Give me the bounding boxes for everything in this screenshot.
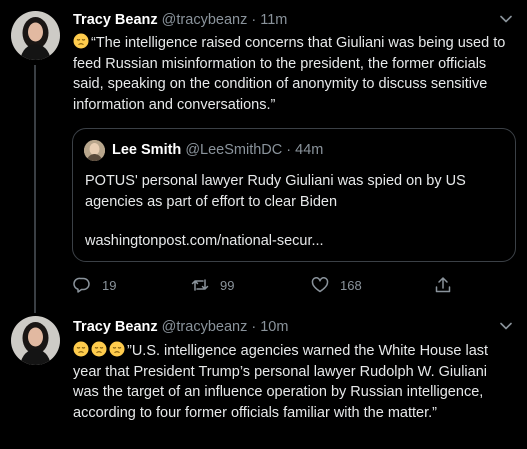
reply-button[interactable]: 19: [73, 274, 116, 296]
quote-author-name: Lee Smith: [112, 142, 182, 158]
avatar[interactable]: [11, 316, 60, 365]
retweet-button[interactable]: 99: [191, 274, 234, 296]
tweet-text-content: ”U.S. intelligence agencies warned the W…: [73, 343, 489, 421]
tweet[interactable]: Tracy Beanz @tracybeanz · 10m ”U.S. inte…: [0, 310, 527, 449]
thread-line: [34, 65, 36, 313]
timestamp[interactable]: 10m: [260, 319, 288, 335]
quote-header: Lee Smith @LeeSmithDC · 44m: [112, 142, 323, 158]
reply-icon: [73, 277, 90, 293]
tweet-text-content: “The intelligence raised concerns that G…: [73, 35, 506, 113]
quote-timestamp: 44m: [295, 142, 324, 158]
author-handle[interactable]: @tracybeanz: [162, 319, 248, 335]
pensive-face-icon: [73, 33, 89, 49]
reply-count: 19: [102, 277, 117, 293]
quote-link[interactable]: washingtonpost.com/national-secur...: [85, 233, 324, 249]
pensive-face-icon: [91, 341, 107, 357]
tweet-header: Tracy Beanz @tracybeanz · 11m: [73, 12, 287, 32]
quote-text: POTUS' personal lawyer Rudy Giuliani was…: [85, 173, 466, 210]
quote-separator-dot: ·: [286, 142, 292, 158]
author-handle[interactable]: @tracybeanz: [162, 12, 248, 28]
pensive-face-icon: [73, 341, 89, 357]
tweet[interactable]: Tracy Beanz @tracybeanz · 11m “The intel…: [0, 0, 527, 313]
tweet-text: “The intelligence raised concerns that G…: [73, 33, 513, 115]
chevron-down-icon[interactable]: [499, 319, 513, 333]
separator-dot: ·: [251, 12, 257, 28]
separator-dot: ·: [251, 319, 257, 335]
share-icon: [435, 277, 451, 293]
timestamp[interactable]: 11m: [260, 12, 287, 28]
avatar[interactable]: [11, 11, 60, 60]
heart-icon: [311, 277, 329, 293]
pensive-face-icon: [109, 341, 125, 357]
like-button[interactable]: 168: [311, 274, 362, 296]
tweet-text: ”U.S. intelligence agencies warned the W…: [73, 341, 513, 423]
quote-author-handle: @LeeSmithDC: [185, 142, 283, 158]
chevron-down-icon[interactable]: [499, 12, 513, 26]
tweet-actions: 19 99 168: [73, 274, 513, 296]
share-button[interactable]: [434, 274, 463, 296]
like-count: 168: [340, 277, 362, 293]
quoted-tweet[interactable]: Lee Smith @LeeSmithDC · 44m POTUS' perso…: [72, 128, 516, 262]
tweet-header: Tracy Beanz @tracybeanz · 10m: [73, 319, 288, 339]
quote-avatar-image: [84, 140, 105, 161]
avatar-image: [11, 11, 60, 60]
avatar-image: [11, 316, 60, 365]
author-name[interactable]: Tracy Beanz: [73, 12, 158, 28]
retweet-count: 99: [220, 277, 235, 293]
quote-avatar: [84, 140, 105, 161]
author-name[interactable]: Tracy Beanz: [73, 319, 158, 335]
retweet-icon: [191, 279, 209, 291]
